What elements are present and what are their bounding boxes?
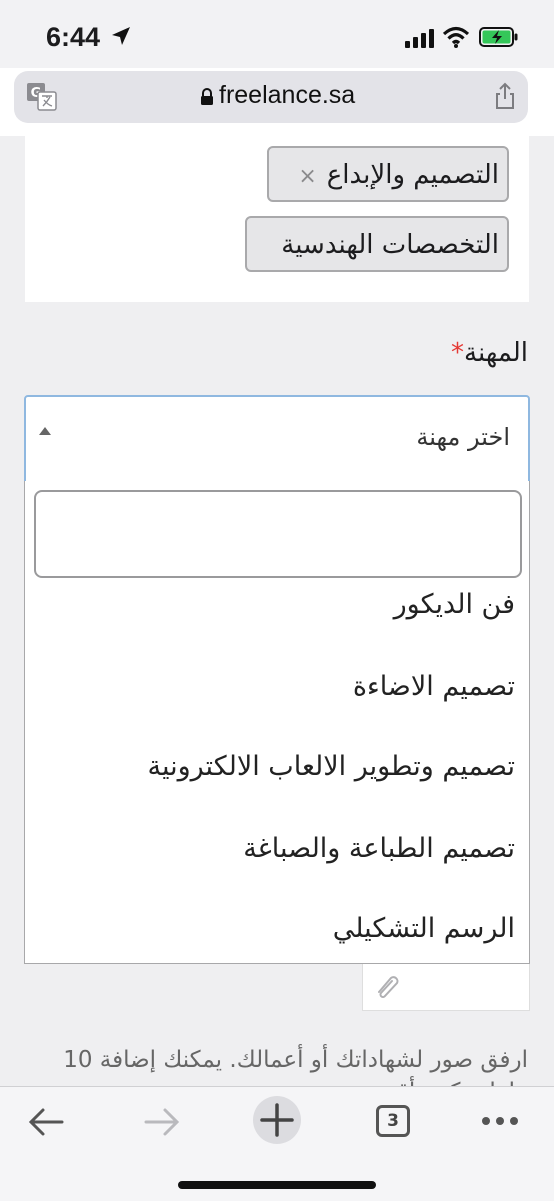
more-options-icon[interactable] bbox=[480, 1115, 520, 1127]
profession-dropdown: فن الديكور تصميم الاضاءة تصميم وتطوير ال… bbox=[24, 481, 530, 964]
specialization-tags: التصميم والإبداع × التخصصات الهندسية bbox=[25, 136, 529, 302]
profession-label-text: المهنة bbox=[464, 338, 528, 368]
paperclip-icon[interactable] bbox=[373, 970, 405, 1000]
profession-option[interactable]: تصميم الاضاءة bbox=[353, 671, 515, 702]
required-mark: * bbox=[451, 338, 465, 368]
tab-count-button[interactable]: 3 bbox=[376, 1105, 410, 1137]
forward-arrow-icon[interactable] bbox=[142, 1105, 182, 1139]
tag-design-creativity[interactable]: التصميم والإبداع × bbox=[267, 146, 509, 202]
tag-engineering[interactable]: التخصصات الهندسية bbox=[245, 216, 509, 272]
caret-up-icon bbox=[39, 427, 51, 435]
battery-charging-icon bbox=[479, 27, 518, 47]
back-arrow-icon[interactable] bbox=[26, 1105, 66, 1139]
profession-option[interactable]: تصميم وتطوير الالعاب الالكترونية bbox=[147, 751, 515, 782]
profession-option[interactable]: تصميم الطباعة والصباغة bbox=[243, 833, 515, 864]
home-indicator bbox=[178, 1181, 376, 1189]
tag-remove-icon[interactable]: × bbox=[298, 164, 316, 189]
share-icon[interactable] bbox=[494, 82, 516, 110]
tag-label: التصميم والإبداع bbox=[326, 160, 499, 190]
profession-label: المهنة* bbox=[451, 338, 528, 368]
tag-label: التخصصات الهندسية bbox=[281, 230, 499, 260]
select-placeholder: اختر مهنة bbox=[416, 423, 510, 451]
profession-select[interactable]: اختر مهنة bbox=[24, 395, 530, 483]
status-bar: 6:44 G freelance.sa bbox=[0, 0, 554, 123]
file-upload-box[interactable] bbox=[362, 960, 530, 1011]
new-tab-plus-icon[interactable] bbox=[252, 1095, 302, 1145]
profession-option[interactable]: الرسم التشكيلي bbox=[333, 913, 515, 944]
wifi-icon bbox=[442, 26, 470, 48]
status-time: 6:44 bbox=[46, 22, 101, 52]
address-bar[interactable]: G freelance.sa bbox=[14, 71, 528, 123]
url-text[interactable]: freelance.sa bbox=[219, 81, 355, 110]
dropdown-search-input[interactable] bbox=[34, 490, 522, 578]
lock-icon bbox=[201, 88, 213, 105]
location-arrow-icon bbox=[112, 27, 130, 45]
translate-icon[interactable]: G bbox=[26, 82, 58, 112]
profession-option[interactable]: فن الديكور bbox=[394, 589, 515, 620]
cellular-signal-icon bbox=[405, 29, 434, 48]
